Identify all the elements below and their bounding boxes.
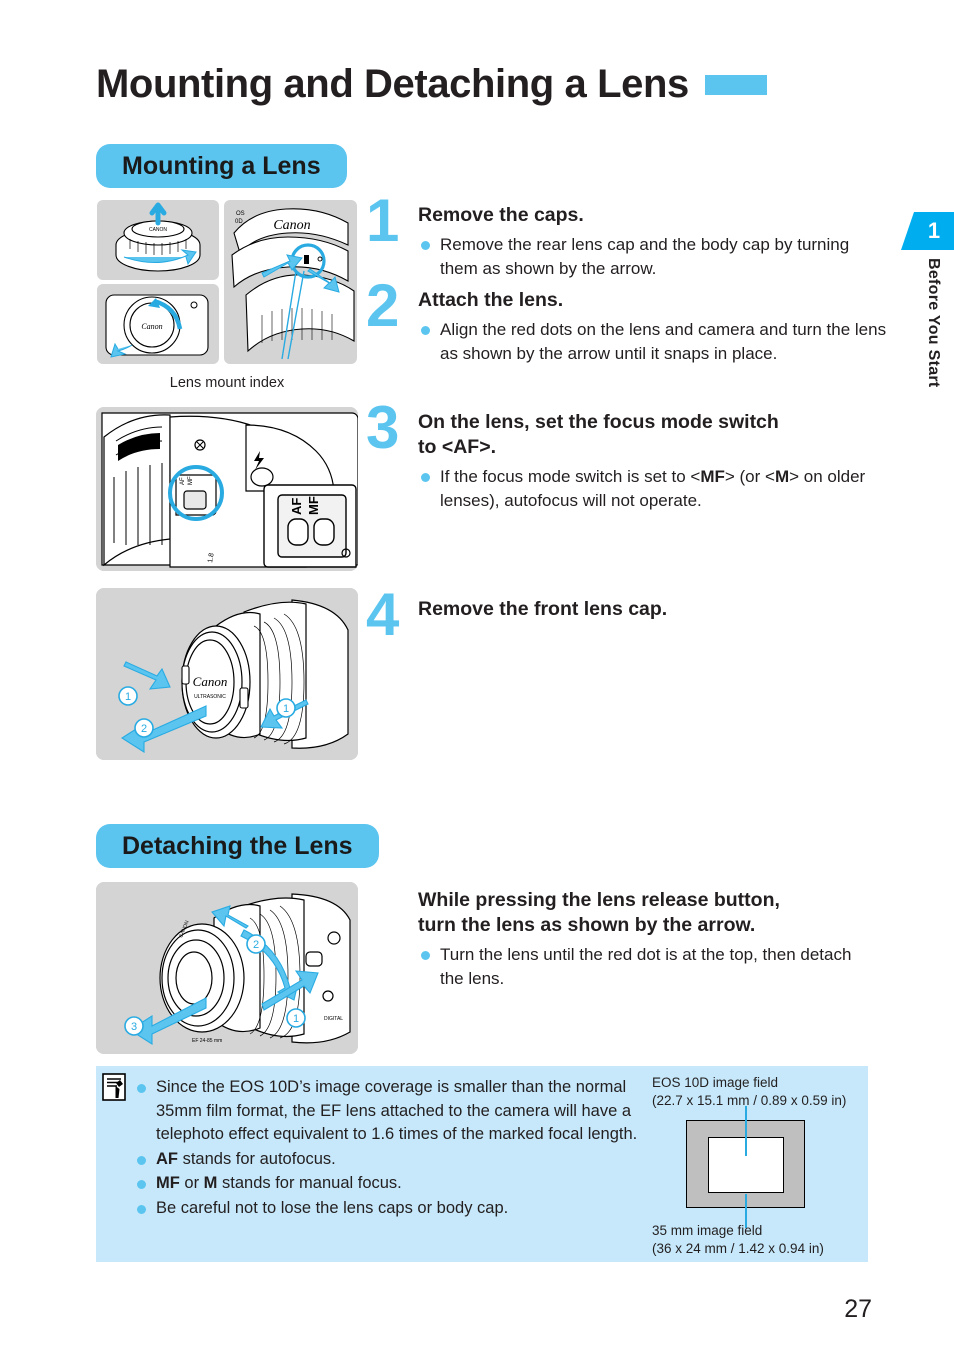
svg-text:EF 24-85 mm: EF 24-85 mm xyxy=(192,1038,222,1044)
illustration-remove-caps: CANON Canon Canon OS 0D xyxy=(96,199,358,365)
step-detaching: While pressing the lens release button, … xyxy=(418,888,868,993)
step-3-bullets: If the focus mode switch is set to <MF> … xyxy=(418,465,888,513)
step-detaching-bullet: Turn the lens until the red dot is at th… xyxy=(418,943,868,991)
page-title: Mounting and Detaching a Lens xyxy=(96,62,689,106)
note-item-af-abbrev: AF xyxy=(156,1149,178,1168)
step-2-number: 2 xyxy=(366,272,400,339)
illustration-detaching-lens-graphic: CANON EF 24-85 mm DIGITAL 2 1 3 xyxy=(96,882,358,1054)
note-item-caps: Be careful not to lose the lens caps or … xyxy=(134,1197,664,1221)
illustration-caption-lens-mount-index: Lens mount index xyxy=(169,375,285,391)
step-detaching-heading-line1: While pressing the lens release button, xyxy=(418,889,780,911)
note-item-mf: MF or M stands for manual focus. xyxy=(134,1172,664,1196)
step-3-bullet: If the focus mode switch is set to <MF> … xyxy=(418,465,888,513)
step-detaching-heading-line2: turn the lens as shown by the arrow. xyxy=(418,913,756,936)
note-item-mf-abbrev: MF xyxy=(156,1174,180,1193)
illustration-focus-mode-switch: AF MF AF MF 1.8 xyxy=(96,407,358,571)
svg-text:3: 3 xyxy=(131,1021,137,1033)
illustration-focus-mode-switch-graphic: AF MF AF MF 1.8 xyxy=(96,407,358,571)
svg-text:1: 1 xyxy=(293,1013,299,1025)
image-field-top-label: EOS 10D image field (22.7 x 15.1 mm / 0.… xyxy=(652,1074,846,1109)
section-header-mounting: Mounting a Lens xyxy=(96,144,347,188)
illustration-front-lens-cap: Canon ULTRASONIC 1 1 2 xyxy=(96,588,358,760)
image-field-bottom-label: 35 mm image field (36 x 24 mm / 1.42 x 0… xyxy=(652,1222,824,1257)
step-3-bullet-mid: > (or < xyxy=(724,466,775,486)
step-3-number: 3 xyxy=(366,394,400,461)
step-1: 1 Remove the caps. Remove the rear lens … xyxy=(366,191,888,283)
svg-text:0D: 0D xyxy=(235,219,243,225)
step-2-bullets: Align the red dots on the lens and camer… xyxy=(418,318,888,366)
step-2-heading: Attach the lens. xyxy=(418,289,564,311)
svg-text:MF: MF xyxy=(306,496,321,515)
image-field-bottom-label-line1: 35 mm image field xyxy=(652,1223,763,1238)
note-box: Since the EOS 10D’s image coverage is sm… xyxy=(96,1066,868,1262)
step-3-heading-line2: to <AF>. xyxy=(418,435,497,458)
svg-text:Canon: Canon xyxy=(141,322,162,331)
section-header-detaching-label: Detaching the Lens xyxy=(122,831,353,860)
step-3-bullet-m: M xyxy=(774,466,790,486)
svg-text:MF: MF xyxy=(188,476,194,485)
svg-text:AF: AF xyxy=(180,477,186,485)
svg-text:OS: OS xyxy=(236,211,245,217)
image-field-leader-top xyxy=(745,1106,747,1156)
note-item-af-text: stands for autofocus. xyxy=(178,1149,336,1168)
step-1-number: 1 xyxy=(366,187,400,254)
section-header-detaching: Detaching the Lens xyxy=(96,824,379,868)
step-3-bullet-pre: If the focus mode switch is set to < xyxy=(440,466,701,486)
note-item-coverage: Since the EOS 10D’s image coverage is sm… xyxy=(134,1076,664,1147)
note-item-af: AF stands for autofocus. xyxy=(134,1148,664,1172)
image-field-bottom-label-line2: (36 x 24 mm / 1.42 x 0.94 in) xyxy=(652,1240,824,1256)
step-4-heading: Remove the front lens cap. xyxy=(418,598,668,620)
svg-text:Canon: Canon xyxy=(193,674,228,689)
page-title-row: Mounting and Detaching a Lens xyxy=(96,62,866,107)
title-accent-rule xyxy=(704,74,767,95)
note-item-m-abbrev: M xyxy=(203,1174,218,1193)
step-3-heading-line1: On the lens, set the focus mode switch xyxy=(418,411,779,433)
note-icon xyxy=(102,1073,126,1101)
step-4: 4 Remove the front lens cap. xyxy=(366,585,888,645)
svg-text:2: 2 xyxy=(141,723,147,735)
chapter-label-text: Before You Start xyxy=(925,258,942,388)
svg-text:1: 1 xyxy=(125,691,131,703)
step-2: 2 Attach the lens. Align the red dots on… xyxy=(366,276,888,368)
section-header-mounting-label: Mounting a Lens xyxy=(122,151,321,180)
svg-text:CANON: CANON xyxy=(149,227,167,233)
svg-text:Canon: Canon xyxy=(273,218,310,233)
step-3-bullet-mf: MF xyxy=(700,466,725,486)
image-field-top-label-line1: EOS 10D image field xyxy=(652,1075,779,1090)
manual-page: Mounting and Detaching a Lens Mounting a… xyxy=(0,0,954,1352)
step-1-heading: Remove the caps. xyxy=(418,204,584,226)
note-list: Since the EOS 10D’s image coverage is sm… xyxy=(134,1076,664,1222)
step-1-bullets: Remove the rear lens cap and the body ca… xyxy=(418,233,888,281)
step-detaching-heading: While pressing the lens release button, … xyxy=(418,888,868,938)
step-3: 3 On the lens, set the focus mode switch… xyxy=(366,398,888,515)
svg-text:2: 2 xyxy=(253,939,259,951)
illustration-front-lens-cap-graphic: Canon ULTRASONIC 1 1 2 xyxy=(96,588,358,760)
image-field-top-label-line2: (22.7 x 15.1 mm / 0.89 x 0.59 in) xyxy=(652,1092,847,1108)
chapter-tab-corner xyxy=(901,212,914,250)
step-1-bullet: Remove the rear lens cap and the body ca… xyxy=(418,233,888,281)
chapter-tab-number: 1 xyxy=(927,218,941,243)
svg-text:1: 1 xyxy=(283,703,289,715)
chapter-tab: 1 xyxy=(901,212,954,250)
image-field-diagram: EOS 10D image field (22.7 x 15.1 mm / 0.… xyxy=(652,1074,868,1260)
note-item-mf-text: stands for manual focus. xyxy=(217,1174,402,1193)
step-3-heading: On the lens, set the focus mode switch t… xyxy=(418,410,888,460)
step-2-bullet: Align the red dots on the lens and camer… xyxy=(418,318,888,366)
svg-text:AF: AF xyxy=(289,498,304,515)
step-4-number: 4 xyxy=(366,581,400,648)
svg-text:ULTRASONIC: ULTRASONIC xyxy=(194,694,226,700)
illustration-detaching-lens: CANON EF 24-85 mm DIGITAL 2 1 3 xyxy=(96,882,358,1054)
note-item-mf-mid: or xyxy=(179,1174,204,1193)
step-detaching-bullets: Turn the lens until the red dot is at th… xyxy=(418,943,868,991)
chapter-label: Before You Start xyxy=(920,258,946,418)
svg-text:DIGITAL: DIGITAL xyxy=(324,1016,343,1022)
page-number: 27 xyxy=(844,1295,872,1323)
illustration-remove-caps-graphic: CANON Canon Canon OS 0D xyxy=(97,200,357,364)
